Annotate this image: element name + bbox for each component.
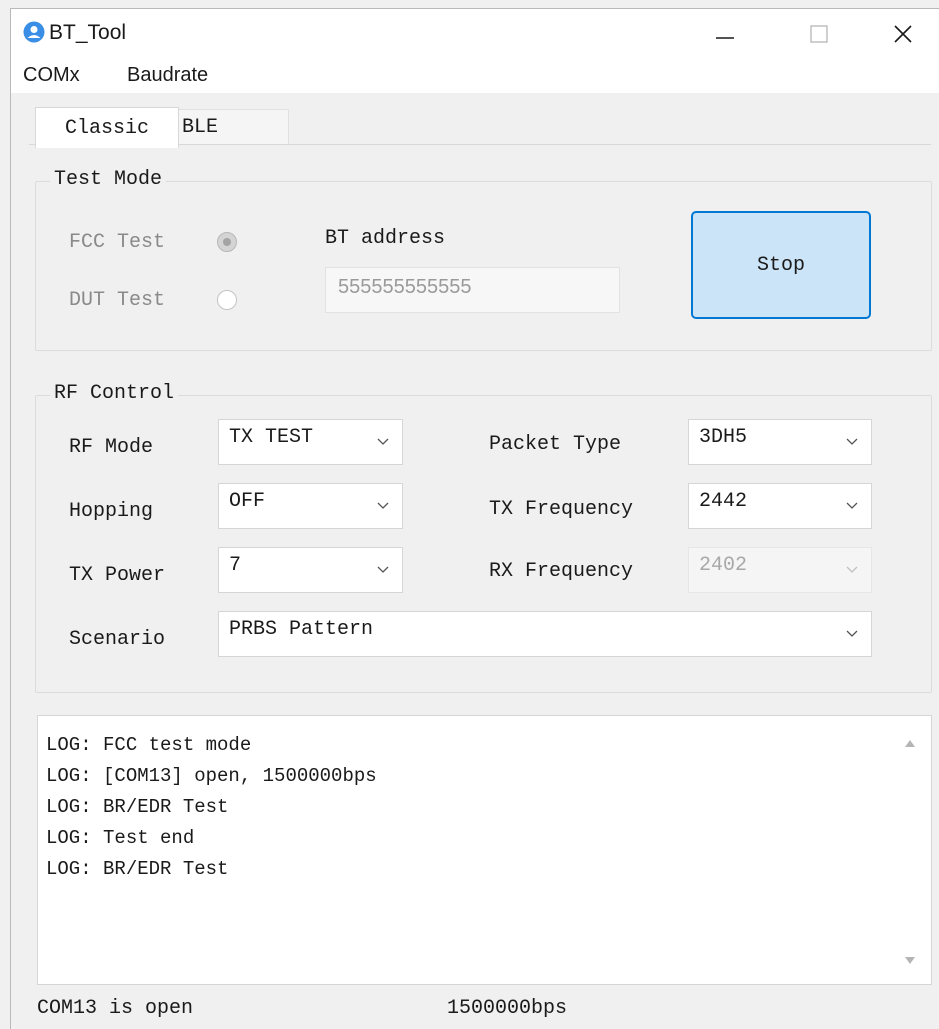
chevron-down-icon bbox=[377, 502, 389, 509]
tab-ble-label: BLE bbox=[182, 116, 219, 139]
log-line: LOG: BR/EDR Test bbox=[46, 858, 229, 880]
scenario-value: PRBS Pattern bbox=[229, 618, 374, 641]
tab-classic[interactable]: Classic bbox=[35, 107, 179, 148]
chevron-down-icon bbox=[846, 438, 858, 445]
dut-test-radio[interactable] bbox=[217, 290, 237, 310]
window-title: BT_Tool bbox=[49, 21, 127, 44]
status-port: COM13 is open bbox=[37, 997, 194, 1020]
log-line: LOG: BR/EDR Test bbox=[46, 796, 229, 818]
tx-frequency-select[interactable]: 2442 bbox=[688, 483, 872, 529]
chevron-down-icon bbox=[377, 438, 389, 445]
title-bar: BT_Tool bbox=[11, 9, 939, 59]
rx-frequency-value: 2402 bbox=[699, 554, 748, 577]
bt-address-label: BT address bbox=[325, 227, 446, 250]
scenario-select[interactable]: PRBS Pattern bbox=[218, 611, 872, 657]
tx-frequency-value: 2442 bbox=[699, 490, 748, 513]
tx-power-select[interactable]: 7 bbox=[218, 547, 403, 593]
chevron-down-icon bbox=[377, 566, 389, 573]
bt-address-value: 555555555555 bbox=[338, 276, 472, 298]
bt-tool-window: BT_Tool COMx Baudrate Classic BLE Test M… bbox=[10, 8, 939, 1029]
fcc-test-label: FCC Test bbox=[69, 231, 166, 254]
scenario-label: Scenario bbox=[69, 628, 166, 651]
chevron-down-icon bbox=[846, 630, 858, 637]
maximize-button[interactable] bbox=[773, 9, 865, 59]
hopping-label: Hopping bbox=[69, 500, 154, 523]
rf-mode-value: TX TEST bbox=[229, 426, 314, 449]
hopping-select[interactable]: OFF bbox=[218, 483, 403, 529]
scroll-down-arrow-icon[interactable] bbox=[904, 956, 916, 966]
log-line: LOG: [COM13] open, 1500000bps bbox=[46, 765, 377, 787]
test-mode-title: Test Mode bbox=[50, 168, 167, 191]
hopping-value: OFF bbox=[229, 490, 266, 513]
log-lines: LOG: FCC test mode LOG: [COM13] open, 15… bbox=[46, 730, 377, 885]
menu-baudrate[interactable]: Baudrate bbox=[127, 64, 208, 87]
tab-ble[interactable]: BLE bbox=[177, 109, 289, 145]
rf-mode-label: RF Mode bbox=[69, 436, 154, 459]
maximize-icon bbox=[810, 25, 828, 43]
app-icon bbox=[23, 21, 45, 43]
scroll-up-arrow-icon[interactable] bbox=[904, 738, 916, 748]
dut-test-label: DUT Test bbox=[69, 289, 166, 312]
rx-frequency-label: RX Frequency bbox=[489, 560, 634, 583]
packet-type-value: 3DH5 bbox=[699, 426, 748, 449]
tx-frequency-label: TX Frequency bbox=[489, 498, 634, 521]
log-textarea[interactable]: LOG: FCC test mode LOG: [COM13] open, 15… bbox=[37, 715, 932, 985]
rx-frequency-select: 2402 bbox=[688, 547, 872, 593]
close-button[interactable] bbox=[857, 9, 939, 59]
stop-button[interactable]: Stop bbox=[691, 211, 871, 319]
menu-comx[interactable]: COMx bbox=[23, 64, 80, 87]
tx-power-value: 7 bbox=[229, 554, 242, 577]
log-line: LOG: FCC test mode bbox=[46, 734, 252, 756]
status-baud: 1500000bps bbox=[447, 997, 568, 1020]
packet-type-select[interactable]: 3DH5 bbox=[688, 419, 872, 465]
rf-mode-select[interactable]: TX TEST bbox=[218, 419, 403, 465]
tab-classic-label: Classic bbox=[64, 116, 149, 140]
minimize-button[interactable] bbox=[679, 9, 771, 59]
rf-control-title: RF Control bbox=[50, 382, 179, 405]
minimize-icon bbox=[716, 37, 734, 39]
bt-address-input[interactable]: 555555555555 bbox=[325, 267, 620, 313]
log-line: LOG: Test end bbox=[46, 827, 195, 849]
chevron-down-icon bbox=[846, 502, 858, 509]
close-icon bbox=[894, 25, 912, 43]
stop-button-label: Stop bbox=[756, 253, 805, 277]
chevron-down-icon bbox=[846, 566, 858, 573]
menu-bar: COMx Baudrate bbox=[11, 59, 939, 93]
fcc-test-radio[interactable] bbox=[217, 232, 237, 252]
packet-type-label: Packet Type bbox=[489, 433, 622, 456]
tx-power-label: TX Power bbox=[69, 564, 166, 587]
